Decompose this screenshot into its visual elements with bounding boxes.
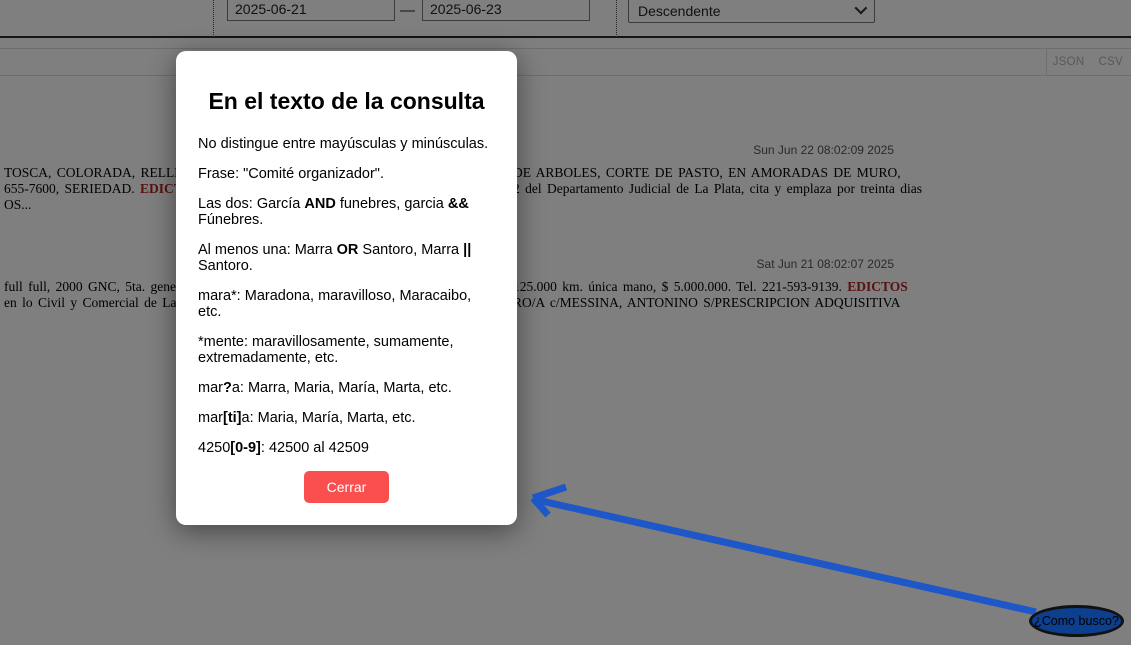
how-to-search-button[interactable]: ¿Como busco?	[1029, 605, 1124, 637]
close-button[interactable]: Cerrar	[304, 471, 390, 503]
help-paragraph: Al menos una: Marra OR Santoro, Marra ||…	[198, 242, 495, 274]
help-paragraph: Las dos: García AND funebres, garcia && …	[198, 196, 495, 228]
modal-title: En el texto de la consulta	[198, 88, 495, 114]
help-paragraph: 4250[0-9]: 42500 al 42509	[198, 440, 495, 456]
search-help-modal: En el texto de la consulta No distingue …	[176, 51, 517, 525]
help-paragraph: Frase: "Comité organizador".	[198, 166, 495, 182]
help-paragraph: No distingue entre mayúsculas y minúscul…	[198, 136, 495, 152]
modal-backdrop	[0, 0, 1131, 645]
help-paragraph: mar?a: Marra, Maria, María, Marta, etc.	[198, 380, 495, 396]
help-paragraph: mar[ti]a: Maria, María, Marta, etc.	[198, 410, 495, 426]
modal-body: No distingue entre mayúsculas y minúscul…	[198, 136, 495, 456]
help-paragraph: *mente: maravillosamente, sumamente, ext…	[198, 334, 495, 366]
help-paragraph: mara*: Maradona, maravilloso, Maracaibo,…	[198, 288, 495, 320]
